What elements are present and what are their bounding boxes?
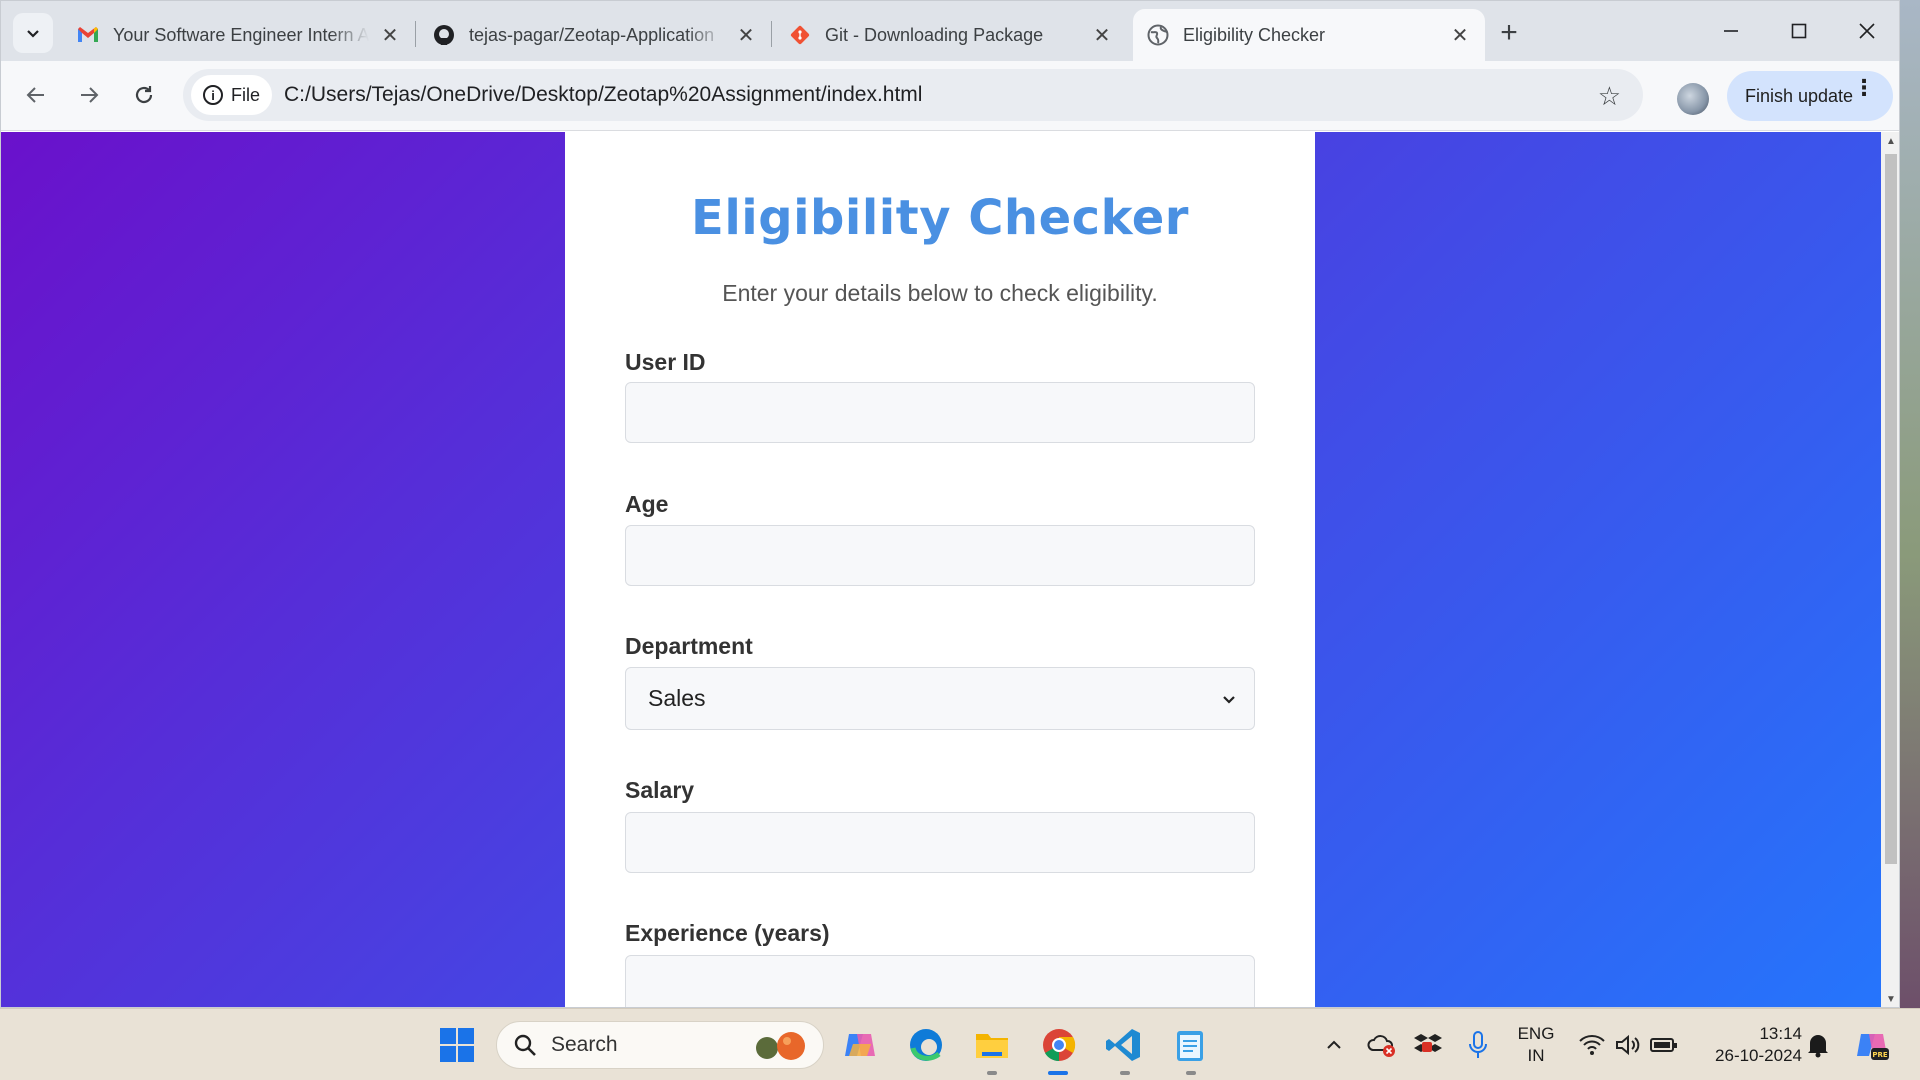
chrome-icon[interactable] [1037, 1023, 1081, 1067]
user-id-label: User ID [625, 349, 706, 375]
minimize-button[interactable] [1697, 1, 1765, 61]
finish-update-label: Finish update [1745, 85, 1854, 106]
tab-title: Your Software Engineer Intern A [113, 24, 369, 45]
git-icon [789, 24, 811, 46]
user-id-input[interactable] [625, 382, 1255, 443]
chevron-up-icon[interactable] [1312, 1023, 1356, 1067]
age-input[interactable] [625, 525, 1255, 586]
dropbox-icon[interactable] [1406, 1023, 1450, 1067]
info-icon: i [203, 85, 223, 105]
tab-git[interactable]: Git - Downloading Package ✕ [775, 9, 1127, 61]
browser-toolbar: i File C:/Users/Tejas/OneDrive/Desktop/Z… [1, 61, 1899, 131]
clock[interactable]: 13:14 26-10-2024 [1692, 1023, 1802, 1067]
windows-start-icon[interactable] [435, 1023, 479, 1067]
running-indicator [1120, 1071, 1130, 1075]
scrollbar-thumb[interactable] [1885, 154, 1897, 864]
battery-icon[interactable] [1642, 1023, 1686, 1067]
clock-time: 13:14 [1759, 1024, 1802, 1043]
reload-icon [135, 86, 153, 104]
region-code: IN [1527, 1046, 1545, 1065]
github-icon [433, 24, 455, 46]
chevron-down-icon [1223, 696, 1235, 704]
arrow-right-icon [81, 87, 99, 103]
language-code: ENG [1517, 1024, 1555, 1043]
age-label: Age [625, 491, 669, 517]
site-info-label: File [231, 84, 261, 105]
tab-title: Eligibility Checker [1183, 24, 1326, 45]
reload-button[interactable] [124, 75, 164, 115]
department-label: Department [625, 633, 753, 659]
salary-label: Salary [625, 777, 695, 803]
minimize-icon [1724, 30, 1738, 32]
close-tab-icon[interactable]: ✕ [379, 24, 401, 47]
running-indicator [1186, 1071, 1196, 1075]
address-bar[interactable]: i File C:/Users/Tejas/OneDrive/Desktop/Z… [183, 69, 1643, 121]
experience-input[interactable] [625, 955, 1255, 1007]
search-highlight-icon [749, 1030, 811, 1068]
department-selected-value: Sales [648, 685, 706, 711]
page-title: Eligibility Checker [691, 190, 1189, 246]
experience-label: Experience (years) [625, 920, 830, 946]
tab-divider [415, 21, 416, 47]
gmail-icon [77, 24, 99, 46]
finish-update-button[interactable]: Finish update ⋮ [1727, 71, 1893, 121]
onedrive-error-icon[interactable] [1360, 1023, 1404, 1067]
taskbar-search-box[interactable]: Search [496, 1021, 824, 1069]
notification-bell-icon[interactable] [1796, 1023, 1840, 1067]
site-info-chip[interactable]: i File [191, 75, 273, 115]
edge-icon[interactable] [904, 1023, 948, 1067]
notepad-icon[interactable] [1168, 1023, 1212, 1067]
copilot-icon[interactable] [838, 1023, 882, 1067]
copilot-pre-icon[interactable]: PRE [1850, 1023, 1894, 1067]
new-tab-button[interactable]: + [1489, 13, 1529, 53]
maximize-button[interactable] [1765, 1, 1833, 61]
svg-text:PRE: PRE [1872, 1051, 1888, 1059]
close-tab-icon[interactable]: ✕ [1449, 24, 1471, 47]
page-scrollbar[interactable]: ▲ ▼ [1881, 132, 1899, 1007]
maximize-icon [1791, 23, 1807, 39]
forward-button[interactable] [69, 75, 109, 115]
chevron-down-icon [27, 30, 39, 38]
tab-search-button[interactable] [13, 13, 53, 53]
tab-title: tejas-pagar/Zeotap-Application [469, 24, 715, 45]
close-icon [1859, 23, 1875, 39]
url-text[interactable]: C:/Users/Tejas/OneDrive/Desktop/Zeotap%2… [284, 83, 922, 107]
file-explorer-icon[interactable] [970, 1023, 1014, 1067]
page-viewport: Eligibility Checker Enter your details b… [1, 132, 1881, 1007]
tab-eligibility-checker[interactable]: Eligibility Checker ✕ [1133, 9, 1485, 61]
browser-window: Your Software Engineer Intern A ✕ tejas-… [0, 0, 1900, 1008]
close-window-button[interactable] [1833, 1, 1899, 61]
salary-input[interactable] [625, 812, 1255, 873]
page-subtitle: Enter your details below to check eligib… [722, 280, 1158, 306]
microphone-icon[interactable] [1456, 1023, 1500, 1067]
tab-title: Git - Downloading Package [825, 24, 1044, 45]
active-indicator [1048, 1071, 1068, 1075]
profile-avatar[interactable] [1677, 83, 1709, 115]
globe-icon [1147, 24, 1169, 46]
department-select[interactable]: Sales [625, 667, 1255, 730]
running-indicator [987, 1071, 997, 1075]
tab-strip: Your Software Engineer Intern A ✕ tejas-… [1, 1, 1899, 61]
form-card: Eligibility Checker Enter your details b… [565, 132, 1315, 1007]
close-tab-icon[interactable]: ✕ [1091, 24, 1113, 47]
scroll-up-icon[interactable]: ▲ [1886, 136, 1896, 147]
close-tab-icon[interactable]: ✕ [735, 24, 757, 47]
language-indicator[interactable]: ENG IN [1510, 1023, 1562, 1067]
tab-divider [771, 21, 772, 47]
clock-date: 26-10-2024 [1715, 1046, 1802, 1065]
bookmark-star-icon[interactable]: ☆ [1598, 81, 1621, 112]
scroll-down-icon[interactable]: ▼ [1886, 994, 1896, 1005]
tab-github[interactable]: tejas-pagar/Zeotap-Application ✕ [419, 9, 771, 61]
more-menu-icon[interactable]: ⋮ [1853, 77, 1875, 99]
taskbar-search-label: Search [551, 1033, 618, 1056]
search-icon [514, 1034, 536, 1056]
windows-taskbar: Search ENG IN 13:14 26-10-2024 PRE [0, 1008, 1920, 1080]
tab-gmail[interactable]: Your Software Engineer Intern A ✕ [63, 9, 415, 61]
vscode-icon[interactable] [1102, 1023, 1146, 1067]
back-button[interactable] [16, 75, 56, 115]
arrow-left-icon [26, 87, 44, 103]
